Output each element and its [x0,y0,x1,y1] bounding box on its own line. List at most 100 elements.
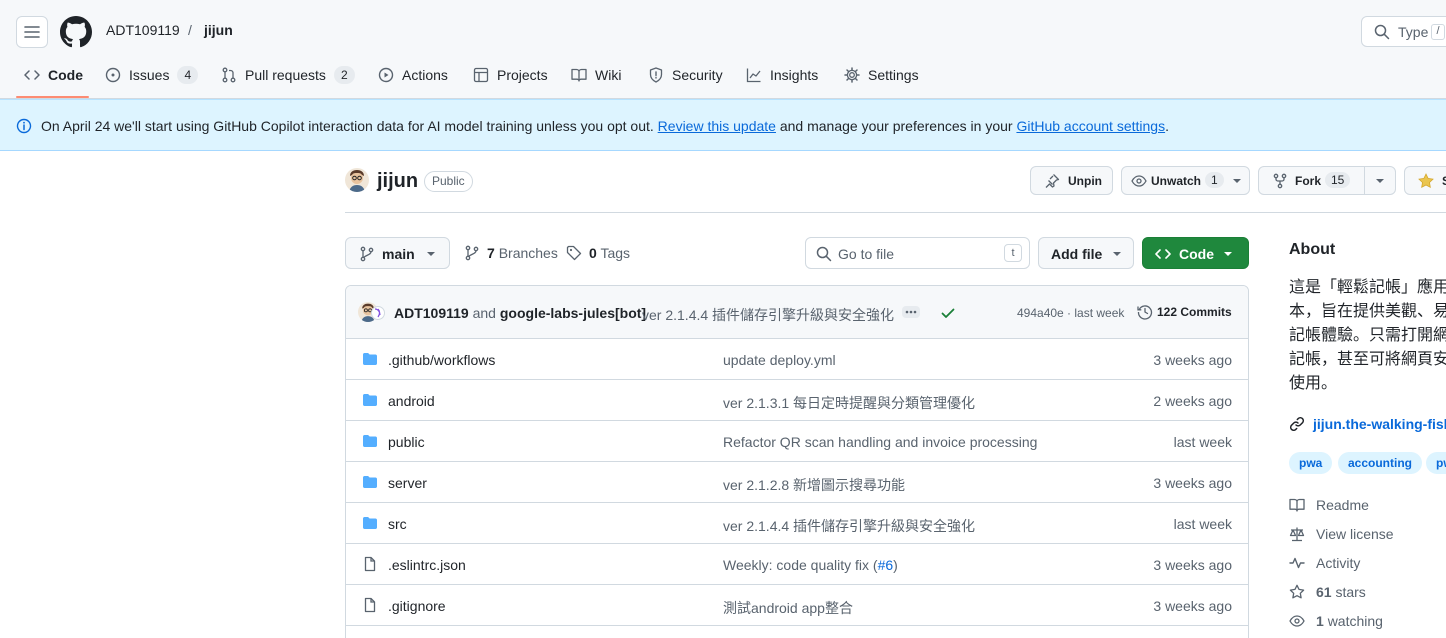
file-row[interactable]: .gitignore 測試android app整合 3 weeks ago [346,585,1248,626]
tab-pull-requests[interactable]: Pull requests 2 [221,62,355,98]
file-commit-date: 3 weeks ago [1153,557,1232,573]
search-placeholder: Type [1398,24,1429,40]
file-commit-message[interactable]: 測試android app整合 [723,598,853,618]
review-update-link[interactable]: Review this update [658,118,776,134]
play-icon [378,67,394,83]
tab-code[interactable]: Code [24,62,83,98]
file-name[interactable]: public [388,434,425,450]
branches-link[interactable]: 7 Branches [464,245,558,261]
activity-link[interactable]: Activity [1289,553,1360,573]
tab-settings[interactable]: Settings [844,62,919,98]
unwatch-button[interactable]: Unwatch 1 [1121,166,1250,195]
global-search-input[interactable]: Type / [1361,16,1446,47]
file-commit-date: last week [1173,516,1232,532]
tab-label: Projects [497,67,548,83]
latest-commit-message[interactable]: ver 2.1.4.4 插件儲存引擎升級與安全強化 [642,305,894,325]
title-divider [345,212,1446,213]
table-icon [473,67,489,83]
watching-link[interactable]: 1 watching [1289,611,1383,631]
tags-link[interactable]: 0 Tags [566,245,630,261]
chevron-down-icon [1376,179,1384,183]
tab-security[interactable]: Security [648,62,723,98]
banner-message: On April 24 we'll start using GitHub Cop… [41,118,1169,134]
branch-selector[interactable]: main [345,237,450,269]
file-name[interactable]: src [388,516,407,532]
topic-tag[interactable]: pwa [1289,452,1333,474]
file-commit-message[interactable]: update deploy.yml [723,352,836,368]
file-row[interactable]: public Refactor QR scan handling and inv… [346,421,1248,462]
search-icon [816,246,832,262]
pull-requests-count-badge: 2 [333,66,355,84]
code-button[interactable]: Code [1142,237,1249,269]
pulse-icon [1289,557,1305,569]
kebab-horizontal-icon [905,310,917,314]
tab-wiki[interactable]: Wiki [571,62,621,98]
fork-button[interactable]: Fork 15 [1258,166,1396,195]
license-link[interactable]: View license [1289,524,1394,544]
topic-tag[interactable]: pw [1426,452,1446,474]
breadcrumb-owner[interactable]: ADT109119 [106,22,180,38]
readme-link[interactable]: Readme [1289,495,1369,515]
file-name[interactable]: .github/workflows [388,352,495,368]
tab-actions[interactable]: Actions [378,62,448,98]
file-commit-message[interactable]: Refactor QR scan handling and invoice pr… [723,434,1037,450]
stars-link[interactable]: 61 stars [1289,582,1366,602]
repo-name[interactable]: jijun [377,170,418,193]
add-file-button[interactable]: Add file [1038,237,1134,269]
repo-forked-icon [1273,173,1287,189]
go-to-file-placeholder: Go to file [838,246,895,262]
chevron-down-icon [427,252,435,256]
file-commit-message[interactable]: ver 2.1.3.1 每日定時提醒與分類管理優化 [723,393,975,413]
author-link[interactable]: google-labs-jules[bot] [500,305,646,321]
pr-link[interactable]: #6 [878,557,894,573]
file-name[interactable]: server [388,475,427,491]
file-name[interactable]: .eslintrc.json [388,557,466,573]
file-name[interactable]: android [388,393,435,409]
commits-link[interactable]: 122 Commits [1157,305,1232,319]
commit-details-toggle[interactable] [902,306,920,318]
author-link[interactable]: ADT109119 [394,305,469,321]
github-logo-icon[interactable] [60,16,92,48]
unpin-button[interactable]: Unpin [1030,166,1113,195]
topic-tag[interactable]: accounting [1338,452,1423,474]
file-icon [364,597,376,613]
commit-authors: ADT109119 and google-labs-jules[bot] [394,305,647,321]
law-icon [1289,527,1305,542]
file-row[interactable]: .eslintrc.json Weekly: code quality fix … [346,544,1248,585]
go-to-file-input[interactable]: Go to file t [805,237,1030,269]
tab-projects[interactable]: Projects [473,62,548,98]
file-row[interactable]: android ver 2.1.3.1 每日定時提醒與分類管理優化 2 week… [346,380,1248,421]
tab-label: Settings [868,67,919,83]
file-row[interactable]: .github/workflows update deploy.yml 3 we… [346,339,1248,380]
file-commit-message[interactable]: Weekly: code quality fix (#6) [723,557,898,573]
file-name[interactable]: .gitignore [388,598,446,614]
star-button[interactable]: S [1404,166,1446,195]
copilot-notice-banner: On April 24 we'll start using GitHub Cop… [0,99,1446,151]
commit-hash-time[interactable]: 494a40e · last week [1017,306,1124,320]
star-icon [1418,173,1434,189]
file-commit-message[interactable]: ver 2.1.2.8 新增圖示搜尋功能 [723,475,905,495]
link-icon [1289,416,1305,432]
search-shortcut-key: / [1431,24,1445,40]
bot-avatar[interactable] [371,306,385,320]
account-settings-link[interactable]: GitHub account settings [1016,118,1165,134]
owner-avatar [345,168,369,192]
tab-label: Insights [770,67,819,83]
check-icon[interactable] [940,305,956,321]
breadcrumb-repo[interactable]: jijun [204,22,233,38]
file-row[interactable]: server ver 2.1.2.8 新增圖示搜尋功能 3 weeks ago [346,462,1248,503]
file-row[interactable]: src ver 2.1.4.4 插件儲存引擎升級與安全強化 last week [346,503,1248,544]
tab-insights[interactable]: Insights [746,62,818,98]
graph-icon [746,68,761,83]
file-commit-message[interactable]: ver 2.1.4.4 插件儲存引擎升級與安全強化 [723,516,975,536]
active-tab-indicator [16,96,89,98]
folder-icon [363,517,377,529]
menu-button[interactable] [16,16,48,48]
homepage-link[interactable]: jijun.the-walking-fish [1313,416,1446,432]
tab-issues[interactable]: Issues 4 [105,62,199,98]
shield-icon [649,67,663,83]
git-pull-request-icon [222,67,236,83]
chevron-down-icon [1233,179,1241,183]
issue-opened-icon [105,67,121,83]
chevron-down-icon [1224,252,1232,256]
